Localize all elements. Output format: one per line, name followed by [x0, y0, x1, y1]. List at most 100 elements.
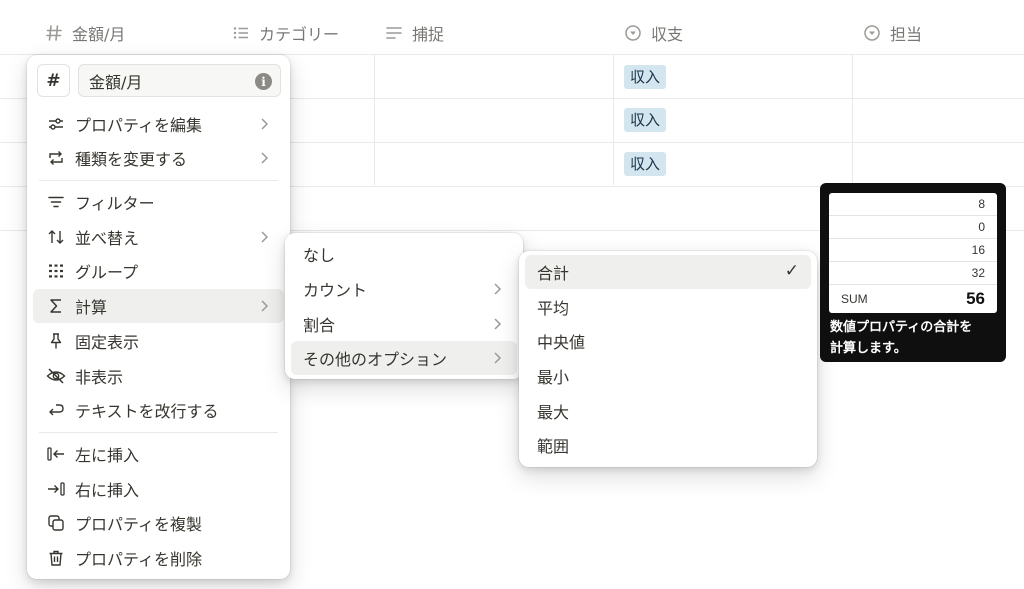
column-header-category[interactable]: カテゴリー — [231, 21, 339, 45]
menu-item-label: 左に挿入 — [75, 446, 140, 465]
chevron-right-icon — [494, 352, 502, 364]
column-divider — [374, 55, 375, 185]
option-range[interactable]: 範囲 — [525, 428, 811, 462]
preview-value: 0 — [829, 216, 997, 239]
chevron-right-icon — [261, 300, 269, 312]
column-header-label: 収支 — [651, 25, 684, 44]
option-average[interactable]: 平均 — [525, 290, 811, 324]
calc-item-none[interactable]: なし — [291, 237, 517, 271]
column-header-income[interactable]: 収支 — [623, 21, 683, 45]
menu-item-label: 右に挿入 — [75, 481, 140, 500]
option-sum[interactable]: 合計 ✓ — [525, 255, 811, 289]
chevron-right-icon — [261, 152, 269, 164]
info-icon[interactable]: i — [255, 73, 272, 90]
menu-item-pin[interactable]: 固定表示 — [33, 324, 284, 358]
menu-divider — [39, 180, 278, 181]
menu-item-calculate[interactable]: 計算 — [33, 289, 284, 323]
sum-value: 56 — [966, 289, 985, 308]
menu-item-sort[interactable]: 並べ替え — [33, 220, 284, 254]
menu-item-label: プロパティを削除 — [75, 550, 203, 569]
menu-item-label: グループ — [75, 263, 139, 282]
column-header-note[interactable]: 捕捉 — [384, 21, 444, 45]
menu-item-insert-right[interactable]: 右に挿入 — [33, 472, 284, 506]
eye-off-icon — [45, 365, 67, 387]
menu-item-label: 平均 — [537, 299, 570, 318]
income-tag[interactable]: 収入 — [624, 152, 667, 176]
more-options-submenu: 合計 ✓ 平均 中央値 最小 最大 範囲 — [519, 251, 817, 467]
menu-item-insert-left[interactable]: 左に挿入 — [33, 437, 284, 471]
checkmark-icon: ✓ — [784, 261, 799, 281]
column-divider — [852, 55, 853, 185]
menu-item-label: 中央値 — [537, 333, 586, 352]
preview-value: 16 — [829, 239, 997, 262]
number-icon — [44, 23, 64, 43]
group-icon — [45, 260, 67, 282]
menu-item-duplicate[interactable]: プロパティを複製 — [33, 506, 284, 540]
menu-item-label: 割合 — [303, 316, 336, 335]
preview-value: 8 — [829, 193, 997, 216]
menu-item-group[interactable]: グループ — [33, 254, 284, 288]
menu-item-label: フィルター — [75, 194, 155, 213]
calc-item-count[interactable]: カウント — [291, 272, 517, 306]
pin-icon — [45, 330, 67, 352]
calculate-submenu: なし カウント 割合 その他のオプション — [285, 233, 523, 379]
menu-item-filter[interactable]: フィルター — [33, 185, 284, 219]
tooltip-description-line: 計算します。 — [830, 341, 907, 356]
property-type-button[interactable]: # — [37, 64, 70, 97]
sum-preview-tooltip: 8 0 16 32 SUM 56 数値プロパティの合計を 計算します。 — [820, 183, 1006, 362]
menu-item-label: 並べ替え — [75, 229, 140, 248]
property-name-input[interactable]: 金額/月 i — [78, 64, 281, 97]
menu-item-label: 非表示 — [75, 368, 124, 387]
menu-item-label: プロパティを複製 — [75, 515, 203, 534]
duplicate-icon — [45, 512, 67, 534]
chevron-right-icon — [494, 318, 502, 330]
option-min[interactable]: 最小 — [525, 359, 811, 393]
tooltip-description: 数値プロパティの合計を 計算します。 — [830, 317, 1000, 359]
property-menu: # 金額/月 i プロパティを編集 種類を変更する フィルター 並べ替え グルー… — [27, 55, 290, 579]
calc-item-more-options[interactable]: その他のオプション — [291, 341, 517, 375]
option-max[interactable]: 最大 — [525, 394, 811, 428]
menu-item-label: 最大 — [537, 403, 570, 422]
wrap-icon — [45, 399, 67, 421]
list-icon — [231, 23, 251, 43]
menu-item-hide[interactable]: 非表示 — [33, 359, 284, 393]
menu-item-label: 合計 — [537, 264, 570, 283]
select-icon — [623, 23, 643, 43]
menu-item-label: カウント — [303, 281, 368, 300]
preview-sum-row: SUM 56 — [829, 285, 997, 313]
income-tag[interactable]: 収入 — [624, 108, 667, 132]
menu-item-label: プロパティを編集 — [75, 116, 203, 135]
insert-right-icon — [45, 478, 67, 500]
column-header-label: 担当 — [890, 25, 923, 44]
filter-icon — [45, 191, 67, 213]
menu-item-label: 最小 — [537, 368, 570, 387]
change-type-icon — [45, 147, 67, 169]
text-icon — [384, 23, 404, 43]
sum-label: SUM — [841, 292, 868, 306]
calc-item-percent[interactable]: 割合 — [291, 307, 517, 341]
preview-table: 8 0 16 32 SUM 56 — [829, 193, 997, 313]
column-header-amount[interactable]: 金額/月 — [44, 21, 125, 45]
trash-icon — [45, 547, 67, 569]
sliders-icon — [45, 113, 67, 135]
preview-value: 32 — [829, 262, 997, 285]
column-header-label: カテゴリー — [259, 25, 340, 44]
menu-item-label: なし — [303, 246, 336, 265]
option-median[interactable]: 中央値 — [525, 324, 811, 358]
column-header-label: 金額/月 — [72, 25, 126, 44]
chevron-right-icon — [261, 231, 269, 243]
menu-item-delete[interactable]: プロパティを削除 — [33, 541, 284, 575]
income-tag[interactable]: 収入 — [624, 65, 667, 89]
insert-left-icon — [45, 443, 67, 465]
sigma-icon — [45, 295, 67, 317]
menu-item-wrap-text[interactable]: テキストを改行する — [33, 393, 284, 427]
menu-item-change-type[interactable]: 種類を変更する — [33, 141, 284, 175]
menu-item-label: 範囲 — [537, 437, 570, 456]
menu-divider — [39, 432, 278, 433]
chevron-right-icon — [261, 118, 269, 130]
menu-item-label: 計算 — [75, 298, 108, 317]
column-divider — [613, 55, 614, 185]
column-header-owner[interactable]: 担当 — [862, 21, 922, 45]
table-header: 金額/月 カテゴリー 捕捉 収支 担当 — [0, 0, 1024, 55]
menu-item-edit-property[interactable]: プロパティを編集 — [33, 107, 284, 141]
